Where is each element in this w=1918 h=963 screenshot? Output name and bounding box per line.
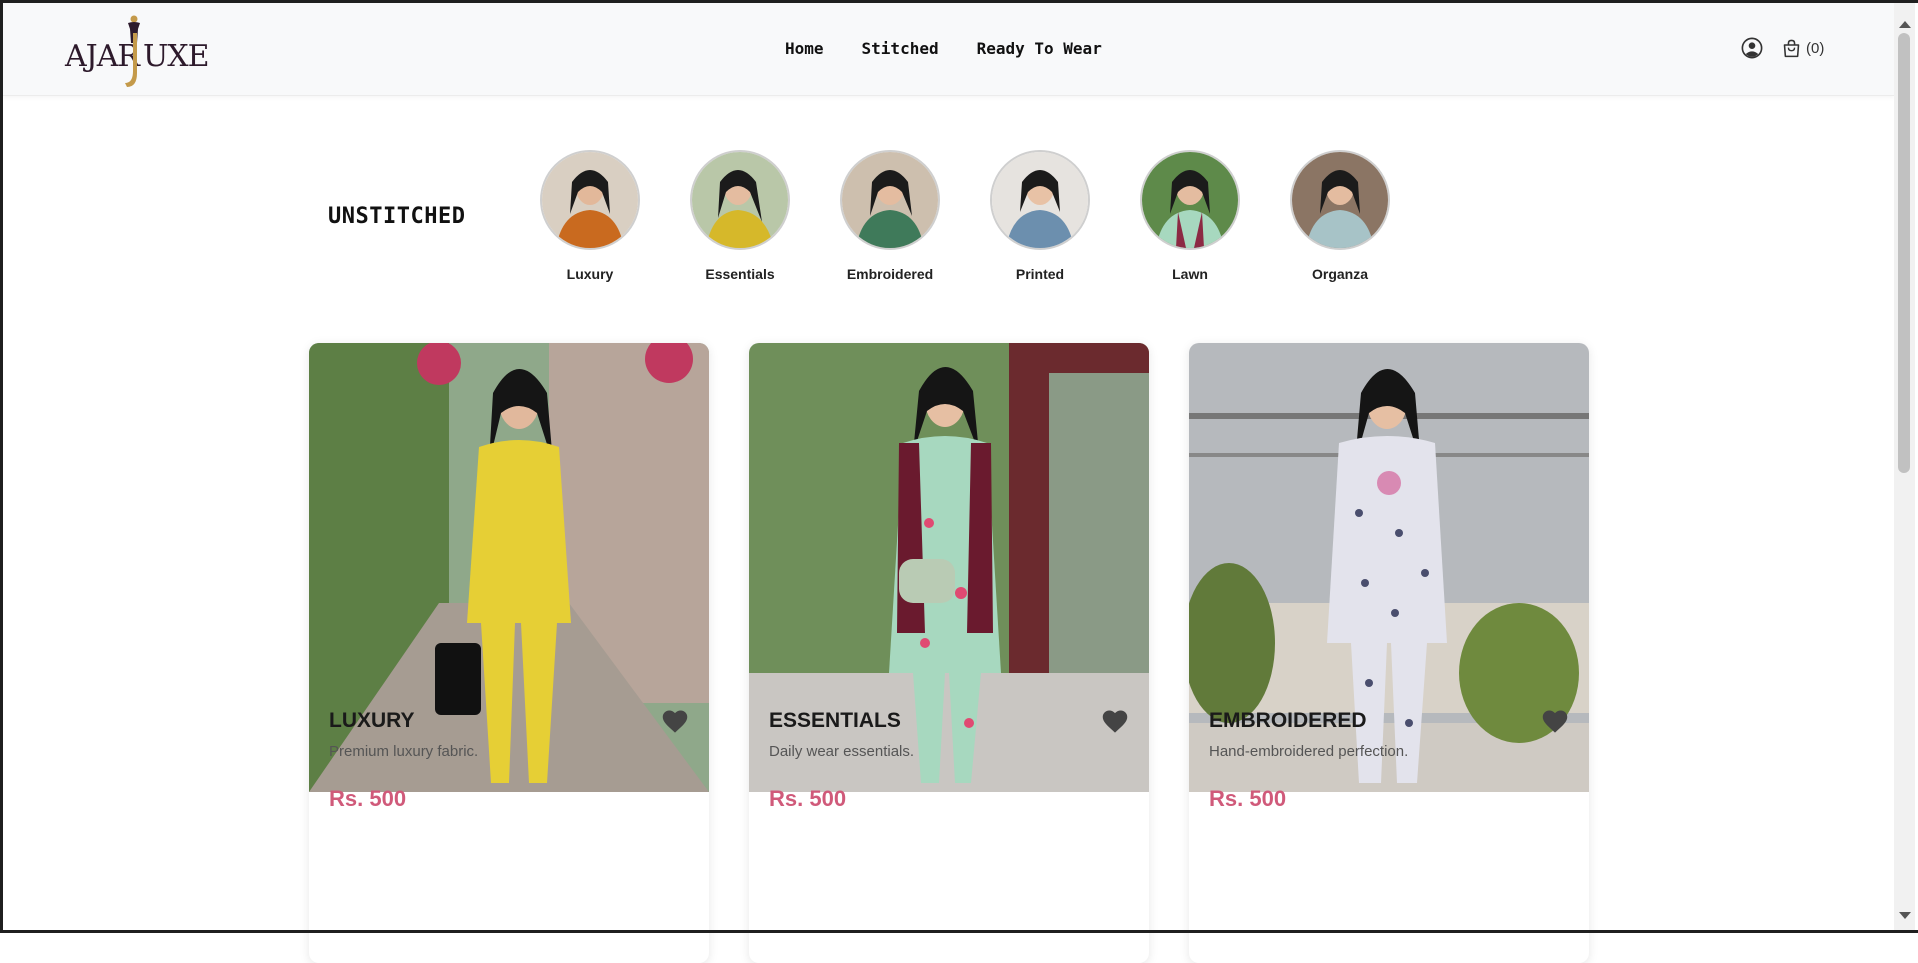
category-luxury[interactable]: Luxury [540, 150, 640, 282]
nav-stitched[interactable]: Stitched [862, 39, 939, 58]
category-embroidered[interactable]: Embroidered [840, 150, 940, 282]
category-label: Printed [1015, 266, 1065, 282]
account-button[interactable] [1741, 37, 1763, 59]
category-image [540, 150, 640, 250]
main-nav: Home Stitched Ready To Wear [785, 39, 1102, 58]
product-price: Rs. 500 [1209, 786, 1287, 811]
category-image [840, 150, 940, 250]
product-card-essentials[interactable]: ESSENTIALS Daily wear essentials. Rs. 50… [749, 343, 1149, 963]
category-essentials[interactable]: Essentials [690, 150, 790, 282]
product-title: ESSENTIALS [769, 709, 901, 732]
brand-logo[interactable]: AJAR UXE [65, 13, 210, 91]
product-description: Hand-embroidered perfection. [1209, 743, 1409, 760]
site-header: AJAR UXE Home Stitched Ready To Wear (0) [3, 3, 1894, 96]
cart-button[interactable]: (0) [1781, 38, 1824, 59]
header-actions: (0) [1741, 37, 1824, 59]
product-description: Premium luxury fabric. [329, 743, 479, 760]
heart-icon[interactable] [661, 708, 689, 734]
product-grid: LUXURY Premium luxury fabric. Rs. 500 ES… [309, 343, 1589, 963]
product-card-luxury[interactable]: LUXURY Premium luxury fabric. Rs. 500 [309, 343, 709, 963]
scroll-down-arrow-icon[interactable] [1899, 912, 1911, 919]
nav-home[interactable]: Home [785, 39, 824, 58]
product-card-embroidered[interactable]: EMBROIDERED Hand-embroidered perfection.… [1189, 343, 1589, 963]
logo-text-right: UXE [143, 39, 210, 74]
unstitched-heading: UNSTITCHED [328, 204, 466, 229]
category-lawn[interactable]: Lawn [1140, 150, 1240, 282]
user-circle-icon [1741, 37, 1763, 59]
product-title: EMBROIDERED [1209, 709, 1367, 732]
category-image [990, 150, 1090, 250]
product-outfit [1327, 436, 1447, 643]
heart-icon[interactable] [1101, 708, 1129, 734]
category-label: Essentials [705, 266, 775, 282]
category-label: Embroidered [846, 266, 934, 282]
product-description: Daily wear essentials. [769, 743, 915, 760]
category-label: Luxury [566, 266, 614, 282]
category-image [1290, 150, 1390, 250]
product-title: LUXURY [329, 709, 415, 732]
category-list: Luxury Essentials Embroidered Printed La… [540, 150, 1390, 282]
category-image [690, 150, 790, 250]
scroll-up-arrow-icon[interactable] [1899, 21, 1911, 28]
shopping-bag-icon [1783, 39, 1800, 57]
category-image [1140, 150, 1240, 250]
category-label: Organza [1311, 266, 1368, 282]
heart-icon[interactable] [1541, 708, 1569, 734]
product-outfit [467, 440, 571, 623]
category-organza[interactable]: Organza [1290, 150, 1390, 282]
product-price: Rs. 500 [769, 786, 847, 811]
category-printed[interactable]: Printed [990, 150, 1090, 282]
nav-ready-to-wear[interactable]: Ready To Wear [977, 39, 1102, 58]
scroll-thumb[interactable] [1898, 33, 1910, 473]
page-scrollbar[interactable] [1894, 3, 1915, 930]
cart-count: (0) [1806, 39, 1825, 57]
product-price: Rs. 500 [329, 786, 407, 811]
category-label: Lawn [1172, 266, 1208, 282]
